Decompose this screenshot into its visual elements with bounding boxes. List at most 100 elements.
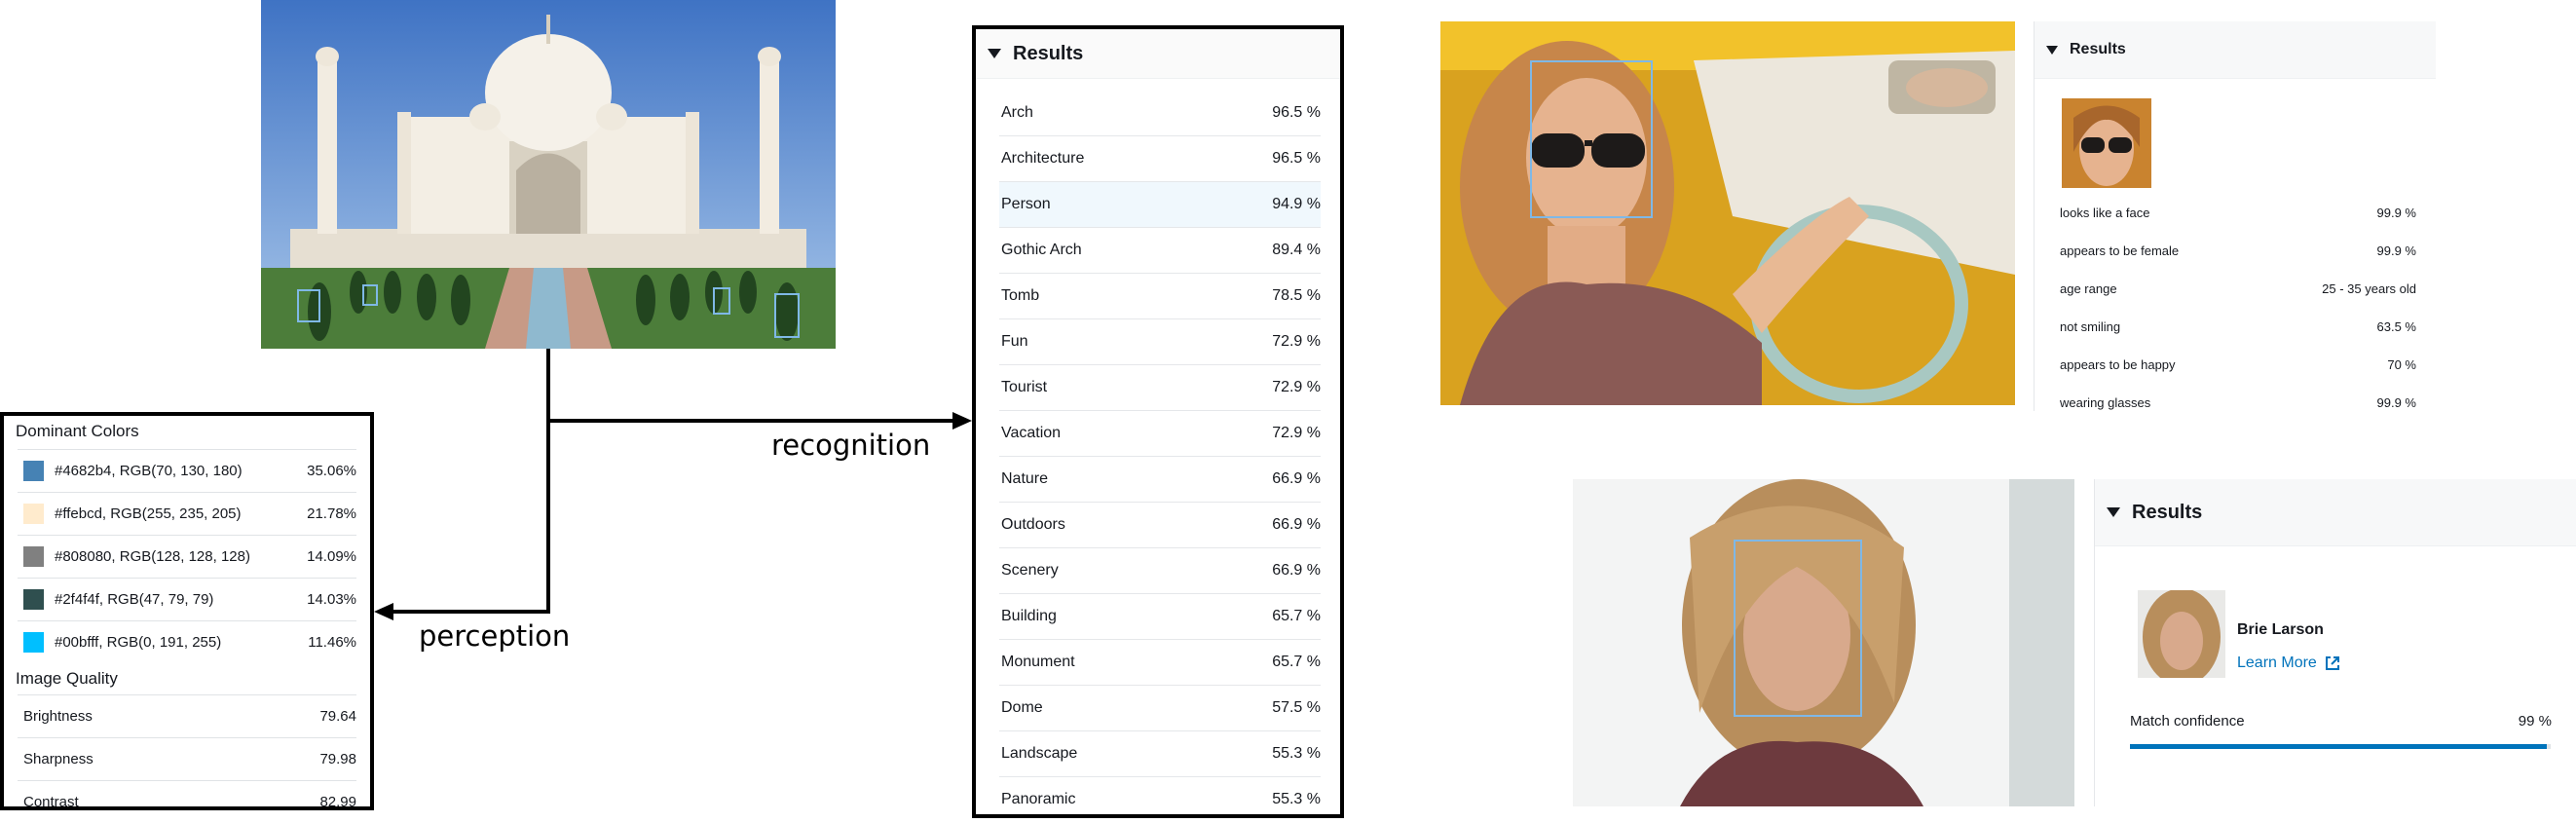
face-attribute-row: not smiling 63.5 % [2060, 308, 2416, 346]
color-swatch [23, 589, 44, 610]
attribute-label: looks like a face [2060, 206, 2150, 220]
results-header[interactable]: Results [976, 29, 1340, 79]
label-result-row[interactable]: Tourist 72.9 % [999, 365, 1321, 411]
quality-row: Contrast 82.99 [18, 780, 356, 823]
quality-value: 79.98 [319, 751, 356, 767]
label-result-row[interactable]: Person 94.9 % [999, 182, 1321, 228]
label-name: Architecture [1001, 150, 1085, 167]
label-result-row[interactable]: Tomb 78.5 % [999, 274, 1321, 319]
label-name: Person [1001, 196, 1051, 212]
face-attribute-row: wearing glasses 99.9 % [2060, 384, 2416, 422]
image-properties-panel: Dominant Colors #4682b4, RGB(70, 130, 18… [0, 412, 374, 810]
recognition-arrowhead [952, 412, 972, 430]
label-result-row[interactable]: Outdoors 66.9 % [999, 503, 1321, 548]
label-name: Arch [1001, 104, 1033, 121]
label-result-row[interactable]: Landscape 55.3 % [999, 731, 1321, 777]
label-name: Monument [1001, 654, 1075, 670]
label-confidence: 78.5 % [1272, 287, 1321, 304]
label-confidence: 55.3 % [1272, 745, 1321, 762]
quality-label: Sharpness [23, 751, 93, 767]
perception-label: perception [419, 619, 571, 653]
label-name: Gothic Arch [1001, 242, 1082, 258]
celebrity-name: Brie Larson [2237, 621, 2324, 638]
learn-more-label: Learn More [2237, 655, 2317, 671]
external-link-icon [2325, 656, 2339, 670]
label-name: Outdoors [1001, 516, 1065, 533]
attribute-value: 99.9 % [2376, 395, 2416, 410]
celebrity-results-panel: Results Brie Larson Learn More Match con… [2094, 479, 2576, 806]
label-name: Tourist [1001, 379, 1048, 395]
label-result-row[interactable]: Monument 65.7 % [999, 640, 1321, 686]
learn-more-link[interactable]: Learn More [2237, 655, 2340, 672]
label-result-row[interactable]: Fun 72.9 % [999, 319, 1321, 365]
label-confidence: 94.9 % [1272, 196, 1321, 212]
quality-row: Brightness 79.64 [18, 694, 356, 737]
recognition-label: recognition [771, 429, 931, 462]
match-confidence-label: Match confidence [2130, 713, 2245, 729]
dominant-color-row: #808080, RGB(128, 128, 128) 14.09% [18, 535, 356, 578]
label-confidence: 72.9 % [1272, 425, 1321, 441]
celebrity-results-header[interactable]: Results [2095, 479, 2576, 546]
label-name: Scenery [1001, 562, 1059, 579]
dominant-color-row: #2f4f4f, RGB(47, 79, 79) 14.03% [18, 578, 356, 620]
label-results-panel: Results Arch 96.5 % Architecture 96.5 % Pers… [972, 25, 1344, 818]
label-result-row[interactable]: Arch 96.5 % [999, 91, 1321, 136]
label-name: Vacation [1001, 425, 1062, 441]
celebrity-thumbnail [2138, 590, 2225, 678]
caret-down-icon [2046, 45, 2058, 55]
attribute-value: 99.9 % [2376, 243, 2416, 258]
label-result-row[interactable]: Gothic Arch 89.4 % [999, 228, 1321, 274]
dominant-colors-heading: Dominant Colors [16, 422, 139, 440]
caret-down-icon [2107, 507, 2120, 517]
attribute-label: wearing glasses [2060, 395, 2151, 410]
attribute-label: age range [2060, 281, 2117, 296]
attribute-value: 99.9 % [2376, 206, 2416, 220]
color-percent: 35.06% [307, 463, 356, 479]
face-analysis-image [1440, 21, 2015, 405]
dominant-color-row: #00bfff, RGB(0, 191, 255) 11.46% [18, 620, 356, 663]
attribute-value: 25 - 35 years old [2322, 281, 2416, 296]
label-result-row[interactable]: Vacation 72.9 % [999, 411, 1321, 457]
face-attribute-row: age range 25 - 35 years old [2060, 270, 2416, 308]
label-confidence: 57.5 % [1272, 699, 1321, 716]
quality-value: 79.64 [319, 708, 356, 725]
label-result-row[interactable]: Panoramic 55.3 % [999, 777, 1321, 814]
label-confidence: 65.7 % [1272, 608, 1321, 624]
dominant-color-row: #4682b4, RGB(70, 130, 180) 35.06% [18, 449, 356, 492]
color-label: #808080, RGB(128, 128, 128) [55, 548, 250, 565]
face-attribute-row: looks like a face 99.9 % [2060, 194, 2416, 232]
label-result-row[interactable]: Dome 57.5 % [999, 686, 1321, 731]
label-name: Fun [1001, 333, 1028, 350]
caret-down-icon [988, 49, 1001, 58]
face-attribute-row: appears to be happy 70 % [2060, 346, 2416, 384]
label-confidence: 72.9 % [1272, 333, 1321, 350]
color-percent: 21.78% [307, 505, 356, 522]
celebrity-results-title: Results [2132, 501, 2203, 523]
quality-label: Contrast [23, 794, 79, 810]
quality-value: 82.99 [319, 794, 356, 810]
face-results-header[interactable]: Results [2035, 21, 2436, 79]
attribute-label: appears to be happy [2060, 357, 2176, 372]
label-confidence: 96.5 % [1272, 104, 1321, 121]
label-confidence: 72.9 % [1272, 379, 1321, 395]
label-result-row[interactable]: Building 65.7 % [999, 594, 1321, 640]
color-label: #00bfff, RGB(0, 191, 255) [55, 634, 222, 651]
label-result-row[interactable]: Nature 66.9 % [999, 457, 1321, 503]
color-swatch [23, 632, 44, 653]
label-name: Nature [1001, 470, 1049, 487]
quality-label: Brightness [23, 708, 93, 725]
attribute-value: 63.5 % [2376, 319, 2416, 334]
label-confidence: 65.7 % [1272, 654, 1321, 670]
perception-arrowhead [374, 603, 393, 620]
label-confidence: 55.3 % [1272, 791, 1321, 807]
face-thumbnail [2062, 98, 2151, 188]
label-result-row[interactable]: Scenery 66.9 % [999, 548, 1321, 594]
label-result-row[interactable]: Architecture 96.5 % [999, 136, 1321, 182]
label-name: Dome [1001, 699, 1043, 716]
match-confidence-value: 99 % [2518, 713, 2552, 729]
label-confidence: 89.4 % [1272, 242, 1321, 258]
color-percent: 14.09% [307, 548, 356, 565]
label-name: Landscape [1001, 745, 1078, 762]
color-percent: 11.46% [308, 634, 356, 651]
color-swatch [23, 504, 44, 524]
